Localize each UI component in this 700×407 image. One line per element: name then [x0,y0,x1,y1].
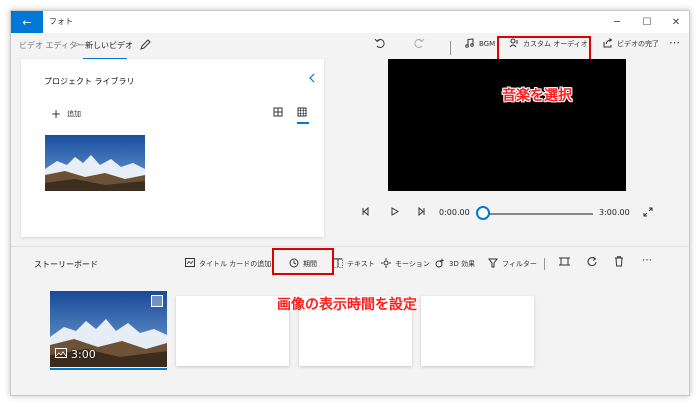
library-media-thumbnail[interactable] [45,135,145,191]
text-label: テキスト [347,260,375,268]
motion-label: モーション [395,260,430,268]
close-icon: ✕ [671,16,681,28]
storyboard-more-icon[interactable]: ⋯ [642,255,652,266]
storyboard-clip-1[interactable]: 3:00 [50,291,167,367]
project-library-panel: プロジェクト ライブラリ + 追加 [21,59,324,237]
back-button[interactable]: ← [11,11,43,33]
add-title-card-button[interactable]: タイトル カードの追加 [185,258,271,269]
add-media-label: 追加 [67,110,82,118]
close-button[interactable]: ✕ [662,11,689,33]
3d-effects-icon [435,258,445,270]
seek-thumb[interactable] [476,206,490,220]
share-icon [603,38,613,50]
back-arrow-icon: ← [22,15,32,29]
maximize-icon: ☐ [642,16,652,28]
rotate-icon[interactable] [587,256,598,270]
redo-icon[interactable] [414,38,425,52]
3d-effects-button[interactable]: 3D 効果 [435,258,475,270]
clip-duration-text: 3:00 [71,348,96,361]
large-grid-icon[interactable] [273,107,283,120]
app-title: フォト [49,17,73,26]
filters-label: フィルター [502,260,537,268]
motion-button[interactable]: モーション [381,258,430,270]
filter-icon [488,258,498,270]
finish-video-label: ビデオの完了 [617,40,659,48]
next-frame-icon[interactable] [417,206,426,219]
minimize-icon: ─ [613,16,621,28]
plus-icon: + [51,107,62,121]
music-note-icon [465,38,475,50]
bgm-button[interactable]: BGM [465,38,495,50]
add-title-card-label: タイトル カードの追加 [199,259,272,268]
title-bar: ← フォト ─ ☐ ✕ [11,11,689,33]
more-icon[interactable]: ⋯ [669,36,680,49]
maximize-button[interactable]: ☐ [633,11,661,33]
view-toggle-active-indicator [297,122,309,124]
app-window: ← フォト ─ ☐ ✕ ビデオ エディター > 新しいビデオ BGM カスタム … [10,10,690,396]
clip-select-checkbox[interactable] [151,295,163,307]
undo-icon[interactable] [374,38,385,52]
clip-selected-indicator [50,368,167,370]
storyboard-divider [11,246,689,247]
small-grid-icon[interactable] [297,107,307,120]
storyboard-toolbar-separator [544,258,545,270]
play-icon[interactable] [390,207,399,219]
title-card-icon [185,258,195,269]
delete-icon[interactable] [614,256,624,270]
bgm-label: BGM [479,40,496,48]
text-icon [333,258,343,270]
set-duration-annotation: 画像の表示時間を設定 [277,297,417,313]
library-title: プロジェクト ライブラリ [44,77,135,86]
chevron-left-icon[interactable] [308,72,316,86]
previous-frame-icon[interactable] [361,206,370,219]
3d-effects-label: 3D 効果 [449,260,476,268]
duration-highlight-box [272,248,334,275]
pen-icon[interactable] [140,39,151,53]
storyboard-empty-slot[interactable] [176,296,289,366]
text-button[interactable]: テキスト [333,258,375,270]
seek-bar[interactable] [483,213,593,215]
select-music-annotation: 音楽を選択 [502,88,572,104]
storyboard-empty-slot[interactable] [421,296,534,366]
current-time: 0:00.00 [439,208,470,217]
motion-icon [381,258,391,270]
storyboard-title: ストーリーボード [34,260,98,269]
image-icon [55,348,67,361]
toolbar-separator [450,41,451,55]
finish-video-button[interactable]: ビデオの完了 [603,38,659,50]
minimize-button[interactable]: ─ [603,11,631,33]
video-preview[interactable] [388,59,626,191]
crop-icon[interactable] [559,256,570,270]
clip-duration: 3:00 [55,348,96,361]
breadcrumb-current-project[interactable]: 新しいビデオ [85,40,133,51]
breadcrumb-separator: > [74,40,81,49]
total-time: 3:00.00 [599,208,630,217]
fullscreen-icon[interactable] [643,207,653,220]
filters-button[interactable]: フィルター [488,258,537,270]
add-media-button[interactable]: + 追加 [51,107,81,121]
